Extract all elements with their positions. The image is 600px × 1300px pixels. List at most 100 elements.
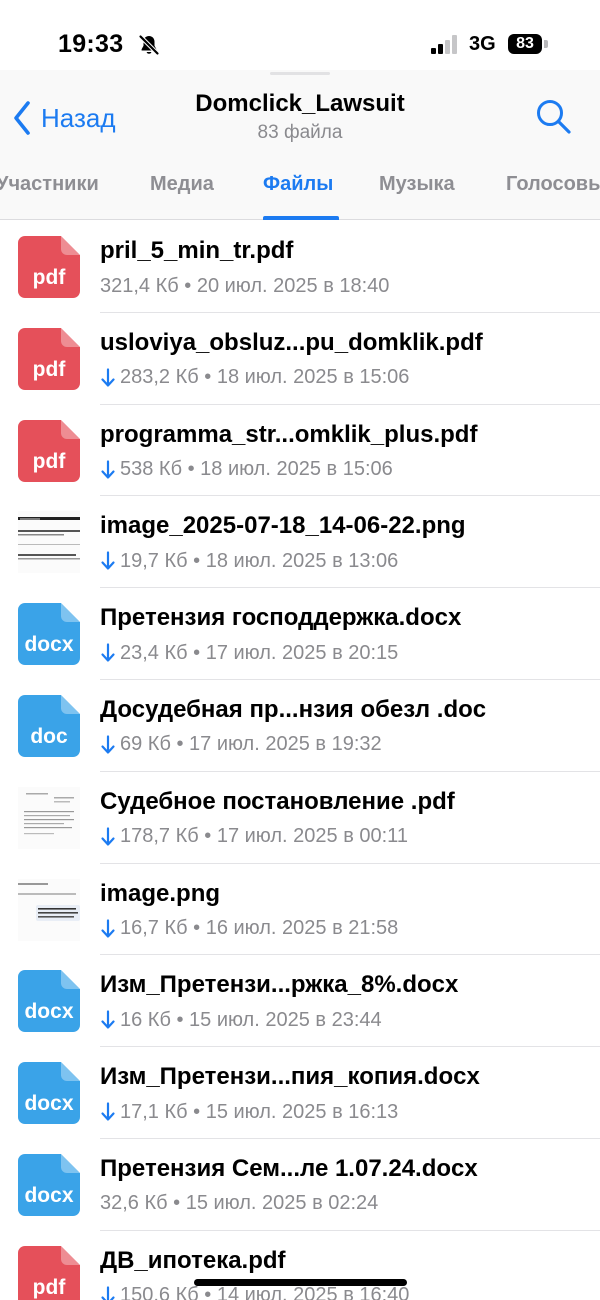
back-button[interactable]: Назад [12, 98, 116, 138]
downloaded-arrow-icon [101, 1010, 115, 1029]
file-name: image.png [100, 879, 221, 907]
file-name: pril_5_min_tr.pdf [100, 237, 294, 264]
doc-file-icon: docx [18, 1062, 80, 1125]
file-size-date: 178,7 Кб • 17 июл. 2025 в 00:11 [120, 825, 408, 848]
battery-tip [544, 40, 548, 48]
downloaded-arrow-icon [101, 459, 115, 479]
status-time: 19:33 [58, 30, 124, 58]
downloaded-arrow-icon [101, 551, 115, 570]
file-row[interactable]: pdf usloviya_obsluz...pu_domklik.pdf 283… [0, 313, 600, 405]
file-size-date: 16 Кб • 15 июл. 2025 в 23:44 [120, 1008, 382, 1031]
file-meta: 150,6 Кб • 14 июл. 2025 в 16:40 [100, 1284, 409, 1300]
downloaded-arrow-icon [101, 1286, 115, 1300]
file-extension-label: pdf [32, 449, 66, 473]
file-name: Досудебная пр...нзия обезл .doc [100, 695, 487, 723]
file-size-date: 19,7 Кб • 18 июл. 2025 в 13:06 [120, 549, 399, 572]
file-meta: 16 Кб • 15 июл. 2025 в 23:44 [100, 1008, 382, 1032]
doc-file-icon: docx [18, 603, 80, 666]
active-tab-indicator [263, 216, 339, 220]
file-name: usloviya_obsluz...pu_domklik.pdf [100, 328, 483, 356]
file-row[interactable]: pdf pril_5_min_tr.pdf 321,4 Кб • 20 июл.… [0, 221, 600, 313]
file-meta: 283,2 Кб • 18 июл. 2025 в 15:06 [100, 366, 409, 390]
file-meta: 16,7 Кб • 16 июл. 2025 в 21:58 [100, 917, 398, 941]
file-extension-label: docx [24, 1000, 74, 1024]
downloaded-arrow-icon [101, 918, 115, 938]
home-indicator[interactable] [194, 1279, 407, 1286]
search-icon[interactable] [534, 97, 574, 137]
file-row[interactable]: docx Изм_Претензи...пия_копия.docx 17,1 … [0, 1047, 600, 1139]
downloaded-arrow-icon [101, 827, 115, 846]
tab-files[interactable]: Файлы [263, 173, 333, 196]
pdf-file-icon: pdf [18, 236, 80, 298]
page-title: Domclick_Lawsuit [195, 90, 405, 117]
file-row[interactable]: pdf programma_str...omklik_plus.pdf 538 … [0, 405, 600, 497]
chat-screenshot-thumbnail [18, 878, 80, 941]
file-extension-label: docx [24, 633, 74, 657]
file-size-date: 538 Кб • 18 июл. 2025 в 15:06 [120, 458, 393, 481]
file-name: Изм_Претензи...пия_копия.docx [100, 1063, 480, 1091]
file-size-date: 321,4 Кб • 20 июл. 2025 в 18:40 [100, 274, 390, 297]
file-meta: 178,7 Кб • 17 июл. 2025 в 00:11 [100, 825, 408, 849]
doc-file-icon: doc [18, 694, 80, 757]
file-size-date: 69 Кб • 17 июл. 2025 в 19:32 [120, 733, 382, 756]
bell-muted-icon [139, 35, 159, 55]
file-row[interactable]: docx Изм_Претензи...ржка_8%.docx 16 Кб •… [0, 955, 600, 1047]
file-size-date: 150,6 Кб • 14 июл. 2025 в 16:40 [120, 1284, 410, 1300]
downloaded-arrow-icon [101, 368, 115, 387]
pdf-file-icon: pdf [18, 419, 80, 482]
chevron-left-icon [14, 101, 30, 135]
tab-media[interactable]: Медиа [150, 173, 214, 196]
file-name: programma_str...omklik_plus.pdf [100, 420, 478, 448]
file-list: pdf pril_5_min_tr.pdf 321,4 Кб • 20 июл.… [0, 221, 600, 1300]
file-row[interactable]: docx Претензия Сем...ле 1.07.24.docx 32,… [0, 1139, 600, 1231]
doc-file-icon: docx [18, 970, 80, 1033]
network-type: 3G [469, 33, 496, 55]
file-extension-label: pdf [32, 1275, 66, 1299]
file-size-date: 16,7 Кб • 16 июл. 2025 в 21:58 [120, 917, 399, 940]
file-row[interactable]: docx Претензия господдержка.docx 23,4 Кб… [0, 588, 600, 680]
signal-icon [431, 34, 463, 54]
file-size-date: 23,4 Кб • 17 июл. 2025 в 20:15 [120, 641, 399, 664]
file-extension-label: pdf [32, 266, 66, 289]
file-name: Претензия господдержка.docx [100, 604, 462, 632]
file-meta: 321,4 Кб • 20 июл. 2025 в 18:40 [100, 274, 389, 298]
media-tabs: Участники Медиа Файлы Музыка Голосовые [0, 165, 600, 220]
file-extension-label: pdf [32, 357, 66, 381]
tab-members[interactable]: Участники [0, 173, 99, 196]
file-row[interactable]: pdf ДВ_ипотека.pdf 150,6 Кб • 14 июл. 20… [0, 1231, 600, 1300]
file-meta: 32,6 Кб • 15 июл. 2025 в 02:24 [100, 1192, 378, 1216]
tab-voice[interactable]: Голосовые [506, 173, 600, 196]
status-bar: 19:33 3G 83 [0, 0, 600, 70]
file-size-date: 32,6 Кб • 15 июл. 2025 в 02:24 [100, 1192, 379, 1215]
file-meta: 19,7 Кб • 18 июл. 2025 в 13:06 [100, 549, 398, 573]
tab-music[interactable]: Музыка [379, 173, 455, 196]
file-name: ДВ_ипотека.pdf [100, 1246, 286, 1274]
file-extension-label: docx [24, 1183, 74, 1207]
file-meta: 538 Кб • 18 июл. 2025 в 15:06 [100, 458, 393, 482]
file-name: Судебное постановление .pdf [100, 787, 455, 815]
file-meta: 23,4 Кб • 17 июл. 2025 в 20:15 [100, 641, 398, 665]
image-thumbnail [18, 511, 80, 574]
battery-icon: 83 [508, 34, 542, 54]
file-row[interactable]: Судебное постановление .pdf 178,7 Кб • 1… [0, 772, 600, 864]
file-name: image_2025-07-18_14-06-22.png [100, 512, 466, 540]
file-size-date: 17,1 Кб • 15 июл. 2025 в 16:13 [120, 1100, 399, 1123]
doc-file-icon: docx [18, 1153, 80, 1216]
pdf-file-icon: pdf [18, 1245, 80, 1300]
page-preview-thumbnail [18, 786, 80, 849]
chat-header: Назад Domclick_Lawsuit 83 файла Участник… [0, 70, 600, 220]
pdf-file-icon: pdf [18, 327, 80, 390]
sheet-grabber [270, 72, 330, 75]
file-row[interactable]: image_2025-07-18_14-06-22.png 19,7 Кб • … [0, 496, 600, 588]
downloaded-arrow-icon [101, 643, 115, 662]
file-meta: 69 Кб • 17 июл. 2025 в 19:32 [100, 733, 382, 757]
file-count: 83 файла [257, 122, 343, 143]
file-row[interactable]: image.png 16,7 Кб • 16 июл. 2025 в 21:58 [0, 864, 600, 956]
file-name: Изм_Претензи...ржка_8%.docx [100, 971, 459, 999]
file-meta: 17,1 Кб • 15 июл. 2025 в 16:13 [100, 1100, 398, 1124]
downloaded-arrow-icon [101, 1102, 115, 1121]
file-extension-label: doc [30, 724, 68, 748]
file-name: Претензия Сем...ле 1.07.24.docx [100, 1154, 478, 1182]
file-extension-label: docx [24, 1092, 74, 1116]
file-row[interactable]: doc Досудебная пр...нзия обезл .doc 69 К… [0, 680, 600, 772]
